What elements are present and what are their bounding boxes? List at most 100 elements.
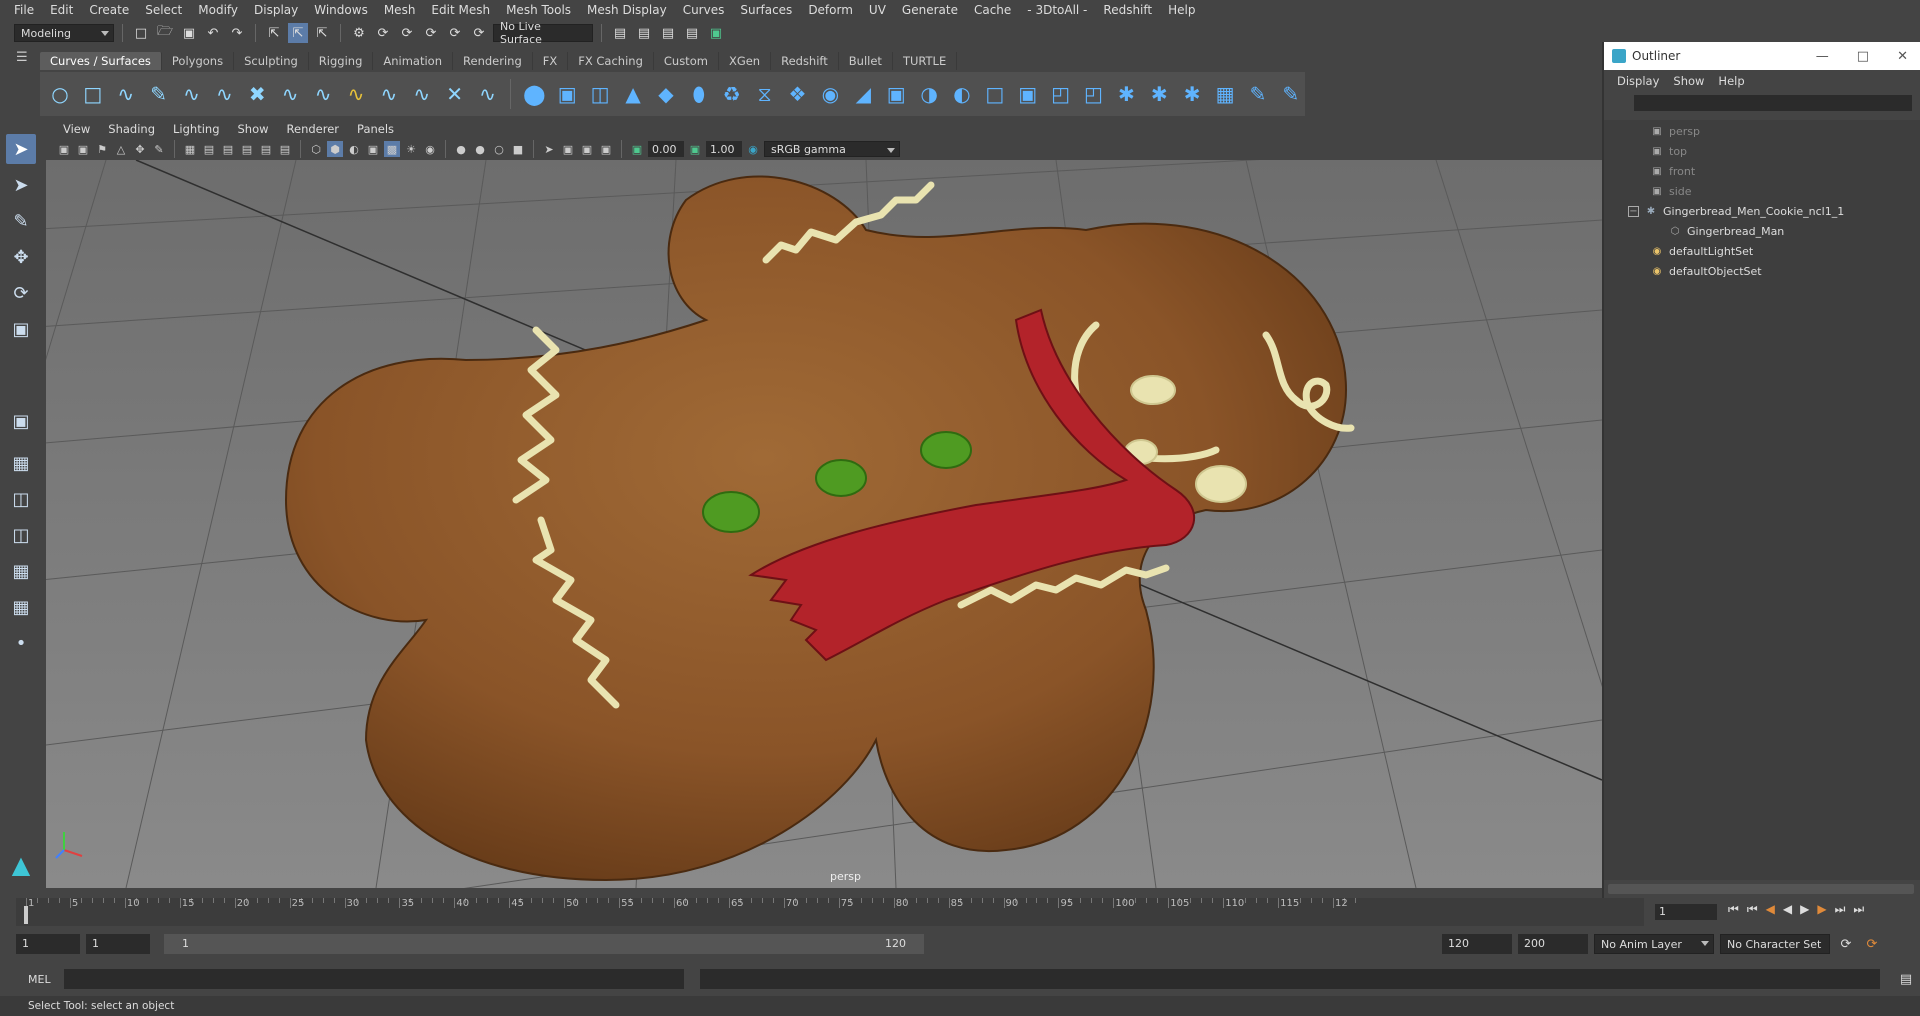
outliner-menu-display[interactable]: Display xyxy=(1610,74,1666,88)
hypershade-persp-icon[interactable]: ▦ xyxy=(6,592,36,622)
nurbs-plane-icon[interactable]: ◆ xyxy=(652,79,680,109)
menu-modify[interactable]: Modify xyxy=(190,3,246,17)
vp-menu-lighting[interactable]: Lighting xyxy=(164,122,228,136)
wireframe-on-shaded-icon[interactable]: ◐ xyxy=(346,141,362,157)
end-time-field[interactable]: 200 xyxy=(1518,934,1588,954)
live-surface-field[interactable]: No Live Surface xyxy=(493,20,593,46)
film-gate-icon[interactable]: ▤ xyxy=(201,141,217,157)
play-backward-icon[interactable]: ◀ xyxy=(1783,902,1792,917)
revolve-icon[interactable]: ♻ xyxy=(718,79,746,109)
mode-dropdown[interactable]: Modeling xyxy=(14,24,114,42)
select-object-icon[interactable]: ⇱ xyxy=(288,23,308,43)
motion-blur-icon[interactable]: ● xyxy=(472,141,488,157)
detach-surface-icon[interactable]: ✱ xyxy=(1145,79,1173,109)
character-set-dropdown[interactable]: No Character Set xyxy=(1720,934,1830,954)
scale-tool-icon[interactable]: ▣ xyxy=(6,314,36,344)
shelf-tab-curves-surfaces[interactable]: Curves / Surfaces xyxy=(40,52,162,70)
safe-action-icon[interactable]: ▤ xyxy=(277,141,293,157)
snap-curve-icon[interactable]: ⟳ xyxy=(373,23,393,43)
current-frame-field[interactable]: 1 xyxy=(1655,904,1717,920)
anti-alias-icon[interactable]: ○ xyxy=(491,141,507,157)
play-forward-icon[interactable]: ▶ xyxy=(1800,902,1809,917)
magnet-icon[interactable]: ⟳ xyxy=(469,23,489,43)
outliner-search-input[interactable] xyxy=(1634,95,1912,111)
render-settings-icon[interactable]: ▤ xyxy=(610,23,630,43)
script-language-toggle[interactable]: MEL xyxy=(28,973,51,986)
xray-components-icon[interactable]: ▣ xyxy=(598,141,614,157)
undo-icon[interactable]: ↶ xyxy=(203,23,223,43)
step-back-key-icon[interactable]: ⏮ xyxy=(1747,902,1758,917)
bookmark-icon[interactable]: ⚑ xyxy=(94,141,110,157)
snap-grid-icon[interactable]: ⚙ xyxy=(349,23,369,43)
select-tool-icon[interactable]: ➤ xyxy=(6,134,36,164)
intersect-icon[interactable]: ▣ xyxy=(1014,79,1042,109)
menu-create[interactable]: Create xyxy=(81,3,137,17)
outliner-horizontal-scrollbar[interactable] xyxy=(1608,884,1914,894)
reverse-curve-icon[interactable]: ∿ xyxy=(342,79,370,109)
xray-joints-icon[interactable]: ▣ xyxy=(579,141,595,157)
gamma-field[interactable]: 1.00 xyxy=(706,141,742,157)
bezier-curve-icon[interactable]: ∿ xyxy=(210,79,238,109)
hypershade-icon[interactable]: ▣ xyxy=(706,23,726,43)
birail-icon[interactable]: ◐ xyxy=(948,79,976,109)
square-surface-icon[interactable]: ◑ xyxy=(915,79,943,109)
menu-display[interactable]: Display xyxy=(246,3,306,17)
nurbs-circle-icon[interactable]: ○ xyxy=(46,79,74,109)
textured-icon[interactable]: ▣ xyxy=(365,141,381,157)
time-slider[interactable]: 1 5 10 15 20 25 30 35 40 45 50 55 60 65 70 75 80 85 90 95 10… xyxy=(16,898,1644,926)
menu-curves[interactable]: Curves xyxy=(675,3,733,17)
fillet-curve-icon[interactable]: ∿ xyxy=(408,79,436,109)
menu-mesh-tools[interactable]: Mesh Tools xyxy=(498,3,579,17)
nurbs-cylinder-icon[interactable]: ◫ xyxy=(586,79,614,109)
vp-menu-panels[interactable]: Panels xyxy=(348,122,403,136)
render-view-icon[interactable]: ▤ xyxy=(682,23,702,43)
2d-pan-icon[interactable]: ✥ xyxy=(132,141,148,157)
rotate-tool-icon[interactable]: ⟳ xyxy=(6,278,36,308)
xray-icon[interactable]: ▣ xyxy=(560,141,576,157)
planar-icon[interactable]: ❖ xyxy=(784,79,812,109)
minimize-icon[interactable]: — xyxy=(1816,49,1829,64)
shelf-tab-xgen[interactable]: XGen xyxy=(719,52,772,70)
outliner-menu-help[interactable]: Help xyxy=(1711,74,1751,88)
menu-mesh-display[interactable]: Mesh Display xyxy=(579,3,675,17)
anim-prefs-icon[interactable]: ⟳ xyxy=(1862,934,1882,954)
shelf-tab-rigging[interactable]: Rigging xyxy=(309,52,374,70)
wireframe-icon[interactable]: ⬡ xyxy=(308,141,324,157)
range-slider[interactable]: 1 120 xyxy=(164,934,924,954)
vp-menu-shading[interactable]: Shading xyxy=(99,122,164,136)
shelf-tab-custom[interactable]: Custom xyxy=(654,52,719,70)
redo-icon[interactable]: ↷ xyxy=(227,23,247,43)
colorspace-dropdown[interactable]: sRGB gamma xyxy=(764,141,900,157)
go-to-start-icon[interactable]: ⏮ xyxy=(1728,902,1739,917)
smooth-shade-icon[interactable]: ⬢ xyxy=(327,141,343,157)
cv-curve-icon[interactable]: ∿ xyxy=(112,79,140,109)
collapse-icon[interactable]: − xyxy=(1628,205,1639,217)
maximize-icon[interactable]: □ xyxy=(1857,49,1869,64)
playback-start-field[interactable]: 1 xyxy=(86,934,150,954)
attach-curves-icon[interactable]: ✖ xyxy=(243,79,271,109)
menu-uv[interactable]: UV xyxy=(861,3,894,17)
timeline-playhead[interactable] xyxy=(24,906,28,924)
menu-edit[interactable]: Edit xyxy=(42,3,81,17)
open-close-icon[interactable]: ▦ xyxy=(1211,79,1239,109)
menu-cache[interactable]: Cache xyxy=(966,3,1019,17)
outliner-item-front[interactable]: ▣ front xyxy=(1650,162,1695,180)
project-curve-icon[interactable]: □ xyxy=(981,79,1009,109)
image-plane-icon[interactable]: △ xyxy=(113,141,129,157)
viewport-persp[interactable] xyxy=(46,160,1602,888)
menu-file[interactable]: File xyxy=(6,3,42,17)
paint-select-icon[interactable]: ✎ xyxy=(6,206,36,236)
step-forward-frame-icon[interactable]: ▶ xyxy=(1817,902,1826,917)
outliner-item-mesh[interactable]: ⬡ Gingerbread_Man xyxy=(1668,222,1785,240)
menu-windows[interactable]: Windows xyxy=(306,3,376,17)
shelf-tab-bullet[interactable]: Bullet xyxy=(839,52,893,70)
ipr-render-icon[interactable]: ▤ xyxy=(658,23,678,43)
two-view-icon[interactable]: ◫ xyxy=(6,484,36,514)
loft-icon[interactable]: ⧖ xyxy=(751,79,779,109)
lasso-tool-icon[interactable]: ➤ xyxy=(6,170,36,200)
outliner-persp-icon[interactable]: ◫ xyxy=(6,520,36,550)
exposure-icon[interactable]: ▣ xyxy=(629,141,645,157)
menu-edit-mesh[interactable]: Edit Mesh xyxy=(423,3,498,17)
menu-mesh[interactable]: Mesh xyxy=(376,3,424,17)
select-component-icon[interactable]: ⇱ xyxy=(312,23,332,43)
